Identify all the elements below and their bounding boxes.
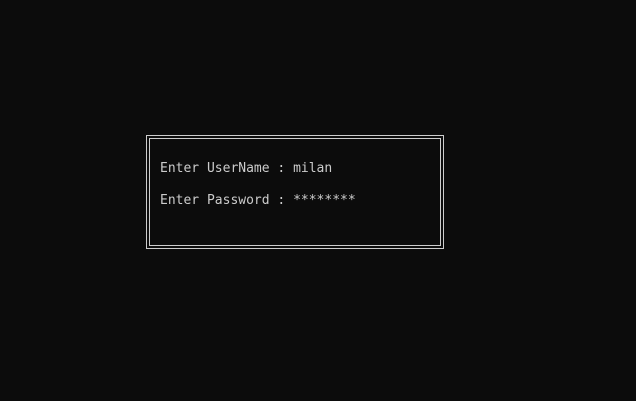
login-box-inner-border bbox=[149, 138, 441, 246]
login-box: Enter UserName : milan Enter Password : … bbox=[146, 135, 444, 249]
username-field[interactable]: milan bbox=[293, 161, 332, 176]
password-field[interactable]: ******** bbox=[293, 193, 356, 208]
password-prompt: Enter Password : bbox=[160, 193, 294, 208]
username-line: Enter UserName : milan bbox=[160, 161, 332, 177]
console-window: Enter UserName : milan Enter Password : … bbox=[0, 0, 636, 401]
password-line: Enter Password : ******** bbox=[160, 193, 356, 209]
username-prompt: Enter UserName : bbox=[160, 161, 294, 176]
